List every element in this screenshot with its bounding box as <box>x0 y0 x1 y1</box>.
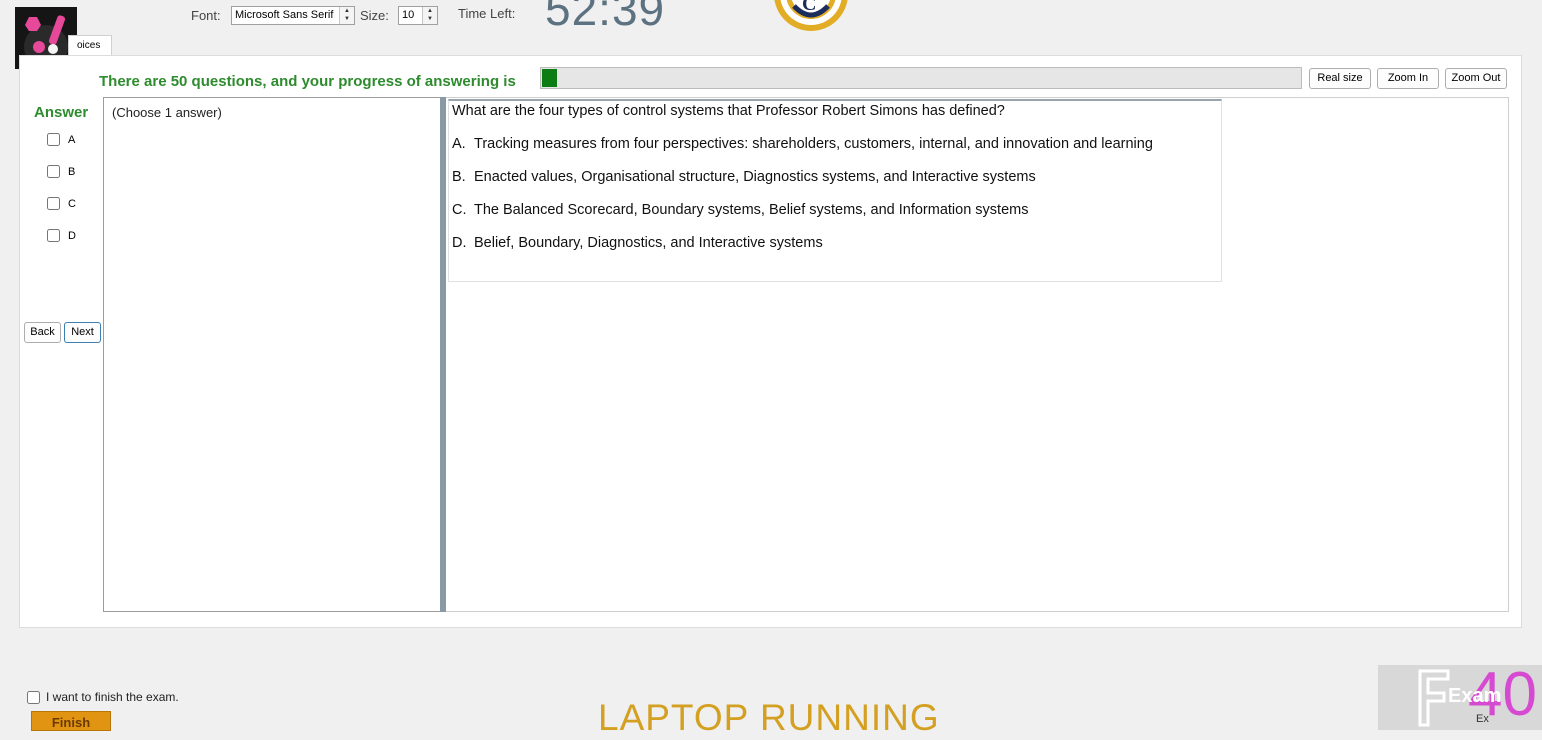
next-button[interactable]: Next <box>64 322 101 343</box>
progress-bar <box>540 67 1302 89</box>
answer-checkbox-a[interactable] <box>47 133 60 146</box>
tab-choices[interactable]: oices <box>68 35 112 55</box>
question-option: B. Enacted values, Organisational structu… <box>452 169 1036 185</box>
answer-heading: Answer <box>34 104 89 121</box>
corner-exam-text: Exam <box>1448 685 1502 707</box>
size-label: Size: <box>360 8 389 23</box>
back-button[interactable]: Back <box>24 322 61 343</box>
size-stepper[interactable]: 10 ▲ ▼ <box>398 6 438 25</box>
zoom-in-button[interactable]: Zoom In <box>1377 68 1439 89</box>
answer-option-label: D <box>68 229 76 242</box>
finish-confirm-checkbox[interactable] <box>27 690 40 704</box>
svg-text:C: C <box>802 0 816 15</box>
answer-option-c[interactable]: C <box>47 197 76 210</box>
question-text: What are the four types of control syste… <box>452 103 1005 119</box>
corner-ex-text: Ex <box>1476 713 1489 725</box>
font-label: Font: <box>191 8 221 23</box>
answer-checkbox-b[interactable] <box>47 165 60 178</box>
question-option-text: The Balanced Scorecard, Boundary systems… <box>474 202 1029 218</box>
answer-checkbox-c[interactable] <box>47 197 60 210</box>
time-left-label: Time Left: <box>458 6 516 21</box>
question-card: What are the four types of control syste… <box>448 99 1222 282</box>
question-option: C. The Balanced Scorecard, Boundary syste… <box>452 202 1028 218</box>
laptop-running-banner: LAPTOP RUNNING <box>598 697 940 738</box>
size-value: 10 <box>402 9 415 21</box>
answer-option-label: B <box>68 165 76 178</box>
font-spinner-arrows[interactable]: ▲ ▼ <box>339 7 354 24</box>
answer-checkbox-d[interactable] <box>47 229 60 242</box>
progress-bar-fill <box>542 69 558 87</box>
question-option-letter: A. <box>452 136 466 152</box>
answer-option-d[interactable]: D <box>47 229 76 242</box>
answer-option-a[interactable]: A <box>47 133 75 146</box>
exam-watermark: 40 Exam Ex <box>1378 665 1542 730</box>
zoom-out-button[interactable]: Zoom Out <box>1445 68 1507 89</box>
answer-option-label: A <box>68 133 76 146</box>
finish-confirm[interactable]: I want to finish the exam. <box>27 690 179 704</box>
finish-confirm-label: I want to finish the exam. <box>46 690 179 704</box>
answer-option-label: C <box>68 197 76 210</box>
question-option: D. Belief, Boundary, Diagnostics, and Int… <box>452 235 823 251</box>
question-option-text: Belief, Boundary, Diagnostics, and Inter… <box>474 235 823 251</box>
instruction-pane: (Choose 1 answer) <box>103 97 441 612</box>
progress-caption: There are 50 questions, and your progres… <box>99 73 516 90</box>
countdown-timer: 52:39 <box>545 0 666 35</box>
question-option-text: Tracking measures from four perspectives… <box>474 136 1153 152</box>
answer-option-b[interactable]: B <box>47 165 75 178</box>
club-crest: C <box>772 0 850 32</box>
club-crest-icon: C <box>774 0 848 31</box>
question-option-text: Enacted values, Organisational structure… <box>474 169 1036 185</box>
font-value: Microsoft Sans Serif <box>235 9 334 21</box>
size-spinner-arrows[interactable]: ▲ ▼ <box>422 7 437 24</box>
real-size-button[interactable]: Real size <box>1309 68 1371 89</box>
question-option: A. Tracking measures from four perspectiv… <box>452 136 1153 152</box>
question-option-letter: C. <box>452 202 467 218</box>
question-option-letter: B. <box>452 169 466 185</box>
question-option-letter: D. <box>452 235 467 251</box>
finish-button[interactable]: Finish <box>31 711 111 731</box>
font-select[interactable]: Microsoft Sans Serif ▲ ▼ <box>231 6 355 25</box>
choose-count-hint: (Choose 1 answer) <box>112 105 222 120</box>
